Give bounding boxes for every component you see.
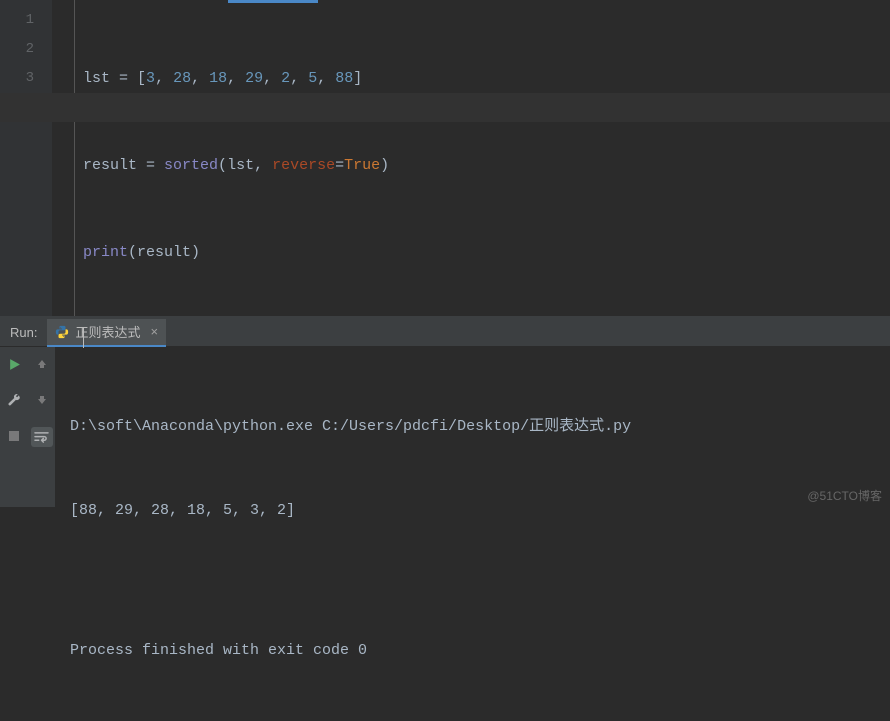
python-file-icon <box>55 325 69 339</box>
bracket: [ <box>137 70 146 87</box>
console-line: D:\soft\Anaconda\python.exe C:/Users/pdc… <box>70 413 876 441</box>
line-number-gutter: 1 2 3 4 <box>0 0 52 316</box>
operator: = <box>137 157 164 174</box>
code-line[interactable]: lst = [3, 28, 18, 29, 2, 5, 88] <box>83 64 389 93</box>
arrow-up-icon <box>36 358 48 370</box>
operator: = <box>110 70 137 87</box>
text-caret <box>83 328 84 348</box>
run-toolbar-secondary <box>28 347 56 507</box>
comma: , <box>155 70 173 87</box>
comma: , <box>263 70 281 87</box>
stop-icon <box>8 430 20 442</box>
keyword: True <box>344 157 380 174</box>
arrow-down-icon <box>36 394 48 406</box>
variable: result <box>83 157 137 174</box>
kwarg: reverse <box>272 157 335 174</box>
paren: ( <box>128 244 137 261</box>
line-number: 2 <box>0 35 52 64</box>
comma: , <box>227 70 245 87</box>
paren: ) <box>191 244 200 261</box>
code-line[interactable]: print(result) <box>83 238 389 267</box>
paren: ) <box>380 157 389 174</box>
comma: , <box>290 70 308 87</box>
bracket: ] <box>353 70 362 87</box>
number: 3 <box>146 70 155 87</box>
line-number: 1 <box>0 6 52 35</box>
run-toolbar-primary <box>0 347 28 507</box>
code-content[interactable]: lst = [3, 28, 18, 29, 2, 5, 88] result =… <box>75 0 389 316</box>
builtin: print <box>83 244 128 261</box>
soft-wrap-icon <box>34 431 49 444</box>
console-line: Process finished with exit code 0 <box>70 637 876 665</box>
comma: , <box>191 70 209 87</box>
number: 29 <box>245 70 263 87</box>
argument: lst <box>227 157 254 174</box>
stop-button[interactable] <box>5 427 23 445</box>
watermark: @51CTO博客 <box>807 487 882 504</box>
up-stack-button[interactable] <box>33 355 51 373</box>
number: 18 <box>209 70 227 87</box>
play-icon <box>8 358 21 371</box>
console-line: [88, 29, 28, 18, 5, 3, 2] <box>70 497 876 525</box>
comma: , <box>254 157 272 174</box>
comma: , <box>317 70 335 87</box>
soft-wrap-button[interactable] <box>31 427 53 447</box>
paren: ( <box>218 157 227 174</box>
number: 5 <box>308 70 317 87</box>
code-editor[interactable]: 1 2 3 4 lst = [3, 28, 18, 29, 2, 5, 88] … <box>0 0 890 316</box>
function-call: sorted <box>164 157 218 174</box>
rerun-button[interactable] <box>5 355 23 373</box>
line-number: 3 <box>0 64 52 93</box>
number: 88 <box>335 70 353 87</box>
operator: = <box>335 157 344 174</box>
argument: result <box>137 244 191 261</box>
number: 28 <box>173 70 191 87</box>
variable: lst <box>83 70 110 87</box>
wrench-icon <box>7 393 22 408</box>
run-label: Run: <box>10 325 37 340</box>
editor-tab-indicator <box>228 0 318 3</box>
down-stack-button[interactable] <box>33 391 51 409</box>
code-line[interactable]: result = sorted(lst, reverse=True) <box>83 151 389 180</box>
number: 2 <box>281 70 290 87</box>
code-line[interactable] <box>83 325 389 354</box>
edit-config-button[interactable] <box>5 391 23 409</box>
